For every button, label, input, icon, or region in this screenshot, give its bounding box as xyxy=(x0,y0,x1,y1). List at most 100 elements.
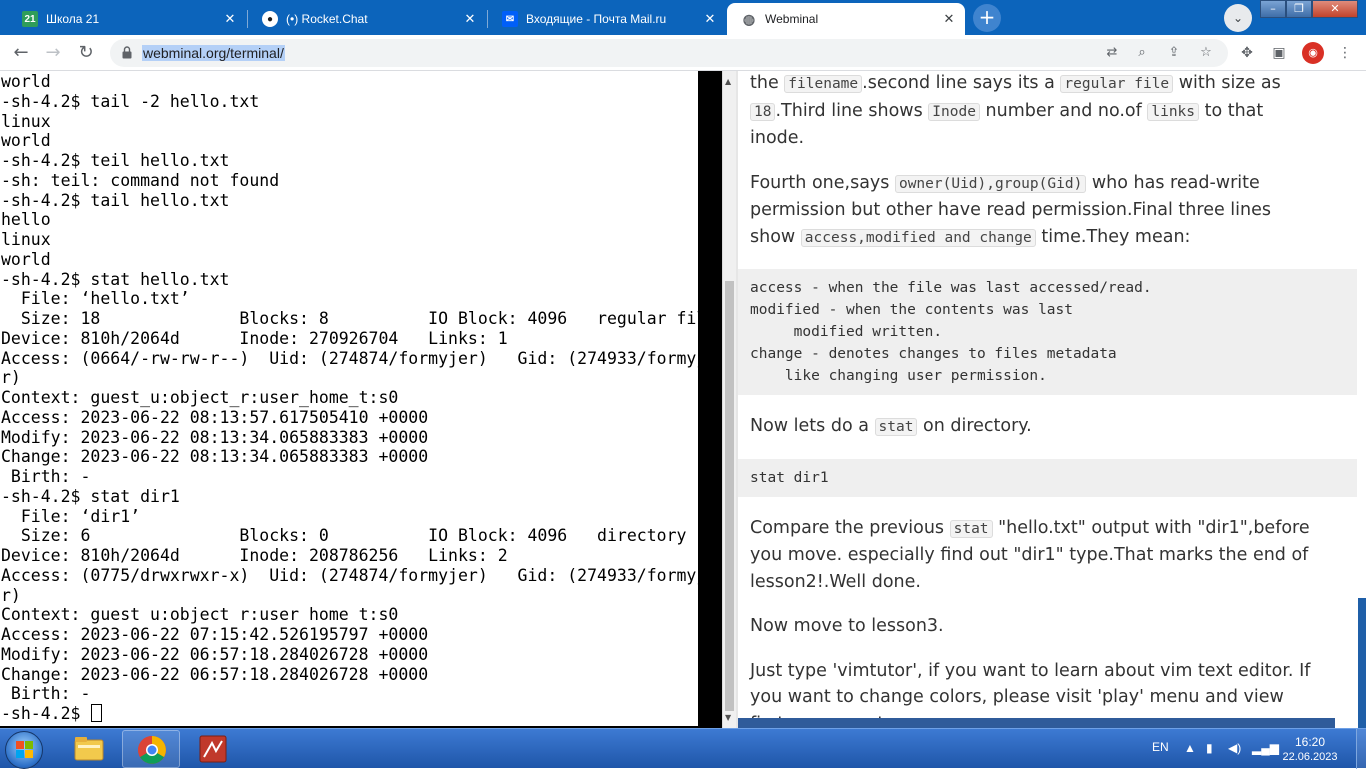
scroll-up-arrow-icon[interactable]: ▲ xyxy=(725,77,731,86)
close-icon[interactable]: ✕ xyxy=(462,11,478,27)
terminal-cursor xyxy=(91,704,103,722)
taskbar-explorer[interactable] xyxy=(60,730,118,768)
terminal-prompt: -sh-4.2$ xyxy=(1,704,91,723)
tutorial-footer-bar xyxy=(738,718,1335,728)
text: on directory. xyxy=(917,416,1032,436)
inline-code: links xyxy=(1147,102,1200,121)
terminal-line: Size: 6 Blocks: 0 IO Block: 4096 directo… xyxy=(1,526,687,546)
pane-scrollbar[interactable]: ▲ ▼ xyxy=(722,71,736,728)
close-icon[interactable]: ✕ xyxy=(222,11,238,27)
tab-rocketchat[interactable]: ● (•) Rocket.Chat ✕ xyxy=(248,3,486,35)
terminal-line: r) xyxy=(1,368,21,388)
close-window-icon[interactable]: ✕ xyxy=(1312,0,1358,18)
windows-taskbar: EN ▲ ▮ ◀) ▂▄▆ 16:20 22.06.2023 xyxy=(0,728,1366,769)
tray-expand-icon[interactable]: ▲ xyxy=(1184,741,1196,755)
side-panel-icon[interactable]: ▣ xyxy=(1268,42,1290,64)
new-tab-button[interactable]: + xyxy=(973,4,1001,32)
code-block: stat dir1 xyxy=(738,458,1357,497)
terminal-line: Modify: 2023-06-22 06:57:18.284026728 +0… xyxy=(1,644,429,664)
tutorial-content: the filename .second line says its a regu… xyxy=(738,71,1357,728)
start-button[interactable] xyxy=(5,731,43,769)
terminal-line: world xyxy=(1,249,51,269)
scroll-down-arrow-icon[interactable]: ▼ xyxy=(725,713,731,722)
share-icon[interactable]: ⇪ xyxy=(1166,45,1182,61)
terminal-line: Access: 2023-06-22 08:13:57.617505410 +0… xyxy=(1,407,429,427)
tutorial-scrollbar-thumb[interactable] xyxy=(1358,598,1366,728)
inline-code: filename xyxy=(784,75,863,93)
rocketchat-favicon-icon: ● xyxy=(262,11,278,27)
inline-code: 18 xyxy=(750,102,776,121)
terminal-line: File: ‘dir1’ xyxy=(1,506,141,526)
text: Now lets do a xyxy=(750,416,875,436)
terminal-prompt-line[interactable]: -sh-4.2$ xyxy=(1,704,698,724)
scrollbar-thumb[interactable] xyxy=(725,281,734,711)
show-desktop-button[interactable] xyxy=(1356,729,1366,769)
terminal-line: -sh-4.2$ stat hello.txt xyxy=(1,269,230,289)
text: with size as xyxy=(1173,73,1281,93)
terminal-line: Access: (0775/drwxrwxr-x) Uid: (274874/f… xyxy=(1,565,698,585)
terminal-line: world xyxy=(1,72,51,91)
battery-icon[interactable]: ▮ xyxy=(1206,741,1213,755)
lock-icon[interactable] xyxy=(122,46,132,59)
maximize-icon[interactable]: ❐ xyxy=(1286,0,1312,18)
terminal-line: Birth: - xyxy=(1,684,91,704)
terminal-line: Context: guest u:object r:user home t:s0 xyxy=(1,605,399,625)
terminal-line: -sh-4.2$ stat dir1 xyxy=(1,486,180,506)
tab-title: Школа 21 xyxy=(46,12,100,26)
terminal-line: world xyxy=(1,131,51,151)
text: .second line says its a xyxy=(862,73,1061,93)
text: .Third line shows xyxy=(775,100,929,121)
close-icon[interactable]: ✕ xyxy=(941,11,957,27)
profile-avatar-icon[interactable]: ◉ xyxy=(1302,42,1324,64)
text: the xyxy=(750,73,785,93)
inline-code: regular file xyxy=(1060,75,1174,93)
bookmark-star-icon[interactable]: ☆ xyxy=(1198,45,1214,61)
taskbar-chrome[interactable] xyxy=(122,730,180,768)
translate-icon[interactable]: ⇄ xyxy=(1104,45,1120,61)
terminal-line: -sh-4.2$ tail -2 hello.txt xyxy=(1,91,260,111)
terminal-line: Context: guest_u:object_r:user_home_t:s0 xyxy=(1,388,399,407)
reload-icon[interactable]: ↻ xyxy=(73,40,99,66)
url-text[interactable]: webminal.org/terminal/ xyxy=(142,45,285,61)
terminal-line: Modify: 2023-06-22 08:13:34.065883383 +0… xyxy=(1,427,429,447)
code-block: access - when the file was last accessed… xyxy=(738,269,1357,395)
terminal-line: -sh-4.2$ tail hello.txt xyxy=(1,190,230,210)
language-indicator[interactable]: EN xyxy=(1152,740,1169,754)
terminal-line: Access: (0664/-rw-rw-r--) Uid: (274874/f… xyxy=(1,348,698,368)
terminal-line: r) xyxy=(1,585,21,605)
text: Compare the previous xyxy=(750,517,950,538)
forward-arrow-icon[interactable]: → xyxy=(40,40,66,66)
terminal-pane[interactable]: world -sh-4.2$ tail -2 hello.txt linux worl… xyxy=(0,71,698,728)
inline-code: stat xyxy=(874,418,918,436)
taskbar-mindmap-app[interactable] xyxy=(184,730,242,768)
network-icon[interactable]: ▂▄▆ xyxy=(1252,741,1279,755)
terminal-line: Change: 2023-06-22 06:57:18.284026728 +0… xyxy=(1,664,429,684)
terminal-output: world -sh-4.2$ tail -2 hello.txt linux worl… xyxy=(1,72,698,724)
tab-search-chevron-icon[interactable]: ⌄ xyxy=(1224,4,1252,32)
clock-time[interactable]: 16:20 xyxy=(1280,735,1340,749)
terminal-line: linux xyxy=(1,111,51,131)
tutorial-paragraph: Compare the previous stat "hello.txt" ou… xyxy=(750,515,1320,596)
extensions-puzzle-icon[interactable]: ✥ xyxy=(1236,42,1258,64)
tab-webminal[interactable]: ◍ Webminal ✕ xyxy=(727,3,965,35)
menu-kebab-icon[interactable]: ⋮ xyxy=(1334,42,1356,64)
mailru-favicon-icon: ✉ xyxy=(502,11,518,27)
address-bar[interactable]: webminal.org/terminal/ ⇄ ⌕ ⇪ ☆ xyxy=(110,39,1228,67)
zoom-icon[interactable]: ⌕ xyxy=(1134,45,1150,61)
text: number and no.of xyxy=(979,100,1148,121)
tab-school21[interactable]: 21 Школа 21 ✕ xyxy=(8,3,246,35)
inline-code: access,modified and change xyxy=(800,228,1036,247)
close-icon[interactable]: ✕ xyxy=(702,11,718,27)
tab-mailru[interactable]: ✉ Входящие - Почта Mail.ru ✕ xyxy=(488,3,726,35)
terminal-line: Birth: - xyxy=(1,467,91,486)
terminal-line: Device: 810h/2064d Inode: 270926704 Link… xyxy=(1,328,508,348)
terminal-line: hello xyxy=(1,210,51,230)
terminal-line: Access: 2023-06-22 07:15:42.526195797 +0… xyxy=(1,625,429,644)
volume-icon[interactable]: ◀) xyxy=(1228,741,1241,755)
app-icon xyxy=(199,735,227,763)
system-tray: EN ▲ ▮ ◀) ▂▄▆ 16:20 22.06.2023 xyxy=(1140,729,1366,769)
back-arrow-icon[interactable]: ← xyxy=(8,40,34,66)
minimize-icon[interactable]: – xyxy=(1260,0,1286,18)
clock-date[interactable]: 22.06.2023 xyxy=(1280,751,1340,763)
tab-title: (•) Rocket.Chat xyxy=(286,12,368,26)
